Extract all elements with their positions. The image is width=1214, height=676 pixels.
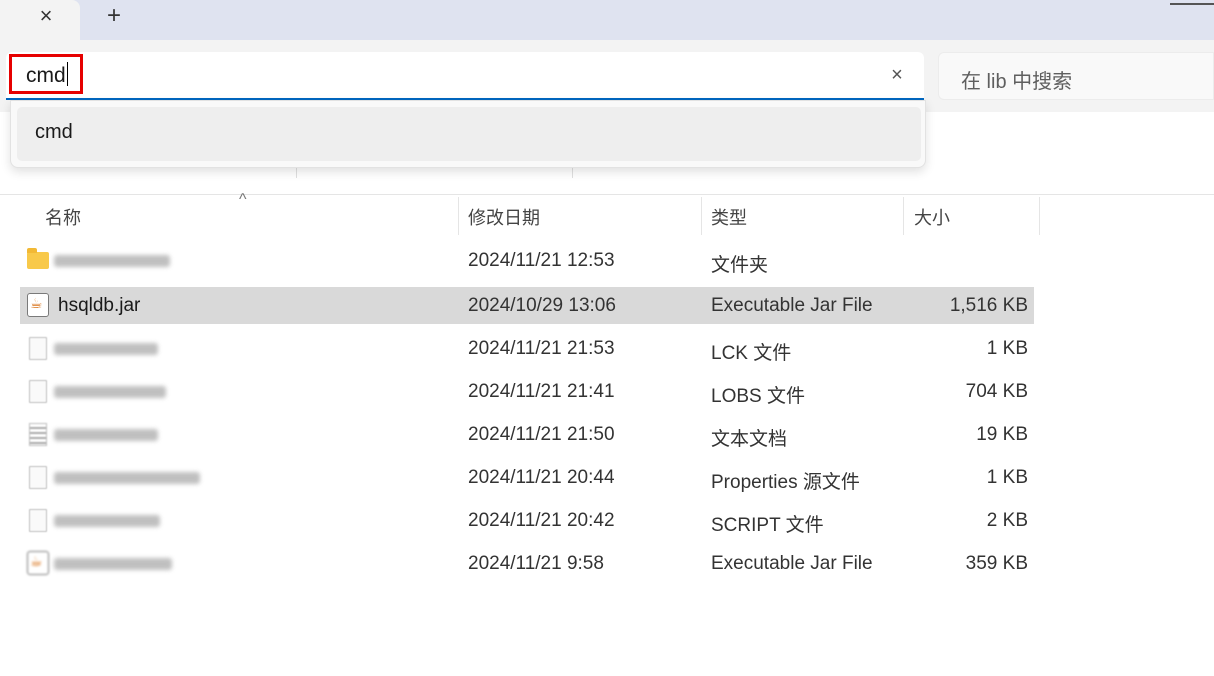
suggestion-label: cmd <box>35 121 73 143</box>
file-size: 1,516 KB <box>949 295 1028 316</box>
search-input[interactable]: 在 lib 中搜索 <box>938 52 1214 100</box>
text-file-icon <box>29 423 47 446</box>
java-jar-icon <box>27 293 49 317</box>
file-row[interactable]: 2024/11/21 12:53 文件夹 <box>20 242 1034 279</box>
suggestion-item[interactable]: cmd <box>17 107 921 161</box>
column-divider[interactable] <box>701 197 702 235</box>
java-jar-icon <box>27 551 49 575</box>
file-row[interactable]: 2024/11/21 21:53 LCK 文件 1 KB <box>20 330 1034 367</box>
file-type: LOBS 文件 <box>711 386 805 407</box>
file-icon <box>29 509 47 532</box>
file-modified: 2024/11/21 9:58 <box>468 553 604 574</box>
new-tab-button[interactable]: + <box>102 4 126 28</box>
file-modified: 2024/10/29 13:06 <box>468 295 616 316</box>
column-headers: 名称 ^ 修改日期 类型 大小 <box>0 191 1214 235</box>
blurred-file-name <box>54 429 158 441</box>
file-row[interactable]: 2024/11/21 9:58 Executable Jar File 359 … <box>20 545 1034 582</box>
file-size: 359 KB <box>965 553 1028 574</box>
column-header-name[interactable]: 名称 <box>45 204 81 230</box>
clear-address-button[interactable]: × <box>884 62 910 88</box>
file-icon <box>29 380 47 403</box>
file-modified: 2024/11/21 12:53 <box>468 250 615 271</box>
file-row[interactable]: 2024/11/21 20:44 Properties 源文件 1 KB <box>20 459 1034 496</box>
file-size: 1 KB <box>986 467 1028 488</box>
column-header-type[interactable]: 类型 <box>711 204 747 230</box>
column-header-modified[interactable]: 修改日期 <box>468 204 540 230</box>
file-modified: 2024/11/21 21:50 <box>468 424 615 445</box>
column-header-size[interactable]: 大小 <box>914 204 950 230</box>
tab-current[interactable]: × <box>0 0 80 40</box>
minimize-icon[interactable] <box>1170 3 1214 5</box>
address-suggestion-dropdown: cmd <box>10 100 926 168</box>
file-type: SCRIPT 文件 <box>711 515 824 536</box>
blurred-file-name <box>54 472 200 484</box>
column-divider[interactable] <box>458 197 459 235</box>
file-type: 文本文档 <box>711 429 788 450</box>
tab-bar: × + <box>0 0 1214 40</box>
blurred-file-name <box>54 558 172 570</box>
file-icon <box>29 337 47 360</box>
blurred-file-name <box>54 343 158 355</box>
address-bar[interactable]: cmd × <box>6 52 924 100</box>
search-placeholder: 在 lib 中搜索 <box>961 71 1073 93</box>
blurred-file-name <box>54 255 170 267</box>
file-type: LCK 文件 <box>711 343 792 364</box>
file-modified: 2024/11/21 20:42 <box>468 510 615 531</box>
file-modified: 2024/11/21 21:41 <box>468 381 615 402</box>
file-size: 704 KB <box>965 381 1028 402</box>
file-icon <box>29 466 47 489</box>
blurred-file-name <box>54 515 160 527</box>
file-modified: 2024/11/21 21:53 <box>468 338 615 359</box>
column-divider[interactable] <box>1039 197 1040 235</box>
blurred-file-name <box>54 386 166 398</box>
file-row[interactable]: 2024/11/21 20:42 SCRIPT 文件 2 KB <box>20 502 1034 539</box>
column-divider[interactable] <box>903 197 904 235</box>
annotation-highlight-box <box>9 54 83 94</box>
file-size: 2 KB <box>986 510 1028 531</box>
file-size: 1 KB <box>986 338 1028 359</box>
close-tab-icon[interactable]: × <box>34 4 58 28</box>
file-type: Executable Jar File <box>711 295 873 316</box>
file-row[interactable]: 2024/11/21 21:50 文本文档 19 KB <box>20 416 1034 453</box>
sort-ascending-icon: ^ <box>239 191 247 208</box>
file-row[interactable]: 2024/11/21 21:41 LOBS 文件 704 KB <box>20 373 1034 410</box>
file-type: 文件夹 <box>711 255 769 276</box>
folder-icon <box>27 248 49 269</box>
file-type: Properties 源文件 <box>711 472 860 493</box>
file-row-selected[interactable]: hsqldb.jar 2024/10/29 13:06 Executable J… <box>20 287 1034 324</box>
file-modified: 2024/11/21 20:44 <box>468 467 615 488</box>
file-type: Executable Jar File <box>711 553 873 574</box>
file-size: 19 KB <box>976 424 1028 445</box>
file-name: hsqldb.jar <box>58 295 141 316</box>
